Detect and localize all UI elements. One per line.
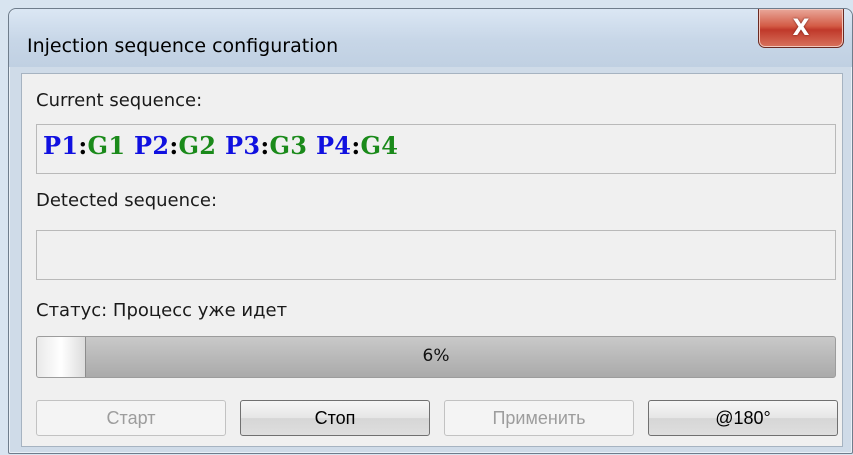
current-sequence-value: P1:G1 P2:G2 P3:G3 P4:G4 [43, 131, 398, 160]
seq-separator: : [260, 131, 270, 160]
seq-separator: : [169, 131, 179, 160]
window-title: Injection sequence configuration [27, 35, 339, 57]
apply-button[interactable]: Применить [444, 400, 634, 436]
dialog-window: Injection sequence configuration X Curre… [8, 8, 853, 454]
seq-port: P4 [315, 131, 352, 160]
start-button[interactable]: Старт [36, 400, 226, 436]
dialog-client-area: Current sequence: P1:G1 P2:G2 P3:G3 P4:G… [21, 73, 843, 447]
seq-separator: : [78, 131, 88, 160]
seq-port: P1 [43, 131, 79, 160]
close-button[interactable]: X [758, 9, 844, 48]
stop-button[interactable]: Стоп [240, 400, 430, 436]
seq-group: G4 [360, 131, 399, 160]
progress-bar: 6% [36, 336, 836, 378]
detected-sequence-label: Detected sequence: [36, 190, 218, 211]
current-sequence-field: P1:G1 P2:G2 P3:G3 P4:G4 [36, 124, 836, 174]
current-sequence-label: Current sequence: [36, 90, 203, 111]
seq-port: P3 [224, 131, 261, 160]
angle-button[interactable]: @180° [648, 400, 838, 436]
progress-percent: 6% [422, 346, 450, 366]
seq-group: G2 [178, 131, 217, 160]
status-text: Статус: Процесс уже идет [36, 300, 288, 321]
seq-group: G3 [269, 131, 308, 160]
seq-item-1: P1:G1 [43, 131, 125, 160]
seq-group: G1 [87, 131, 126, 160]
seq-item-4: P4:G4 [316, 131, 398, 160]
detected-sequence-field [36, 230, 836, 280]
seq-port: P2 [133, 131, 170, 160]
seq-item-2: P2:G2 [134, 131, 216, 160]
close-icon: X [792, 15, 810, 41]
title-bar[interactable]: Injection sequence configuration X [9, 9, 852, 67]
seq-item-3: P3:G3 [225, 131, 307, 160]
